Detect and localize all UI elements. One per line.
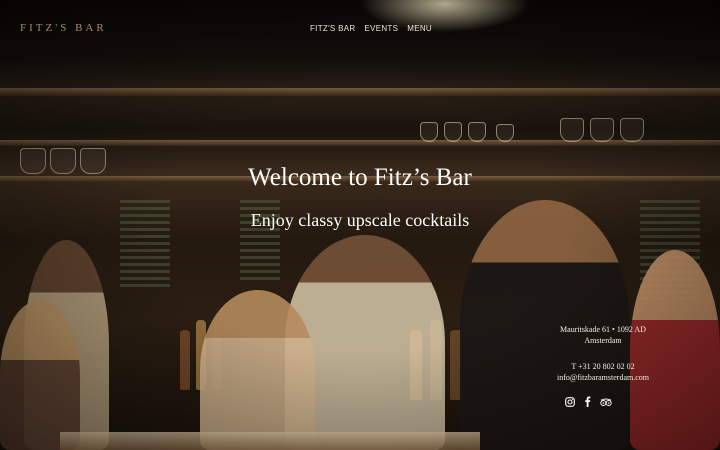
- main-menu: FITZ'S BAR EVENTS MENU: [310, 24, 432, 33]
- email-link[interactable]: info@fitzbaramsterdam.com: [538, 372, 668, 383]
- address-line-1: Mauritskade 61 • 1092 AD: [560, 325, 646, 334]
- nav-link-menu[interactable]: MENU: [407, 24, 432, 33]
- contact-info: Mauritskade 61 • 1092 AD Amsterdam T +31…: [538, 324, 668, 383]
- nav-link-events[interactable]: EVENTS: [364, 24, 398, 33]
- address-line-2: Amsterdam: [584, 336, 622, 345]
- instagram-icon[interactable]: [565, 394, 575, 412]
- social-links: [565, 394, 612, 412]
- top-navigation: FITZ'S BAR FITZ'S BAR EVENTS MENU: [0, 0, 720, 58]
- hero-subtitle: Enjoy classy upscale cocktails: [250, 210, 470, 230]
- hero-title: Welcome to Fitz’s Bar: [248, 164, 472, 191]
- phone-number[interactable]: T +31 20 802 02 02: [538, 361, 668, 372]
- nav-link-fitzs-bar[interactable]: FITZ'S BAR: [310, 24, 355, 33]
- site-logo[interactable]: FITZ'S BAR: [20, 22, 107, 34]
- tripadvisor-icon[interactable]: [600, 394, 612, 412]
- facebook-icon[interactable]: [584, 394, 591, 412]
